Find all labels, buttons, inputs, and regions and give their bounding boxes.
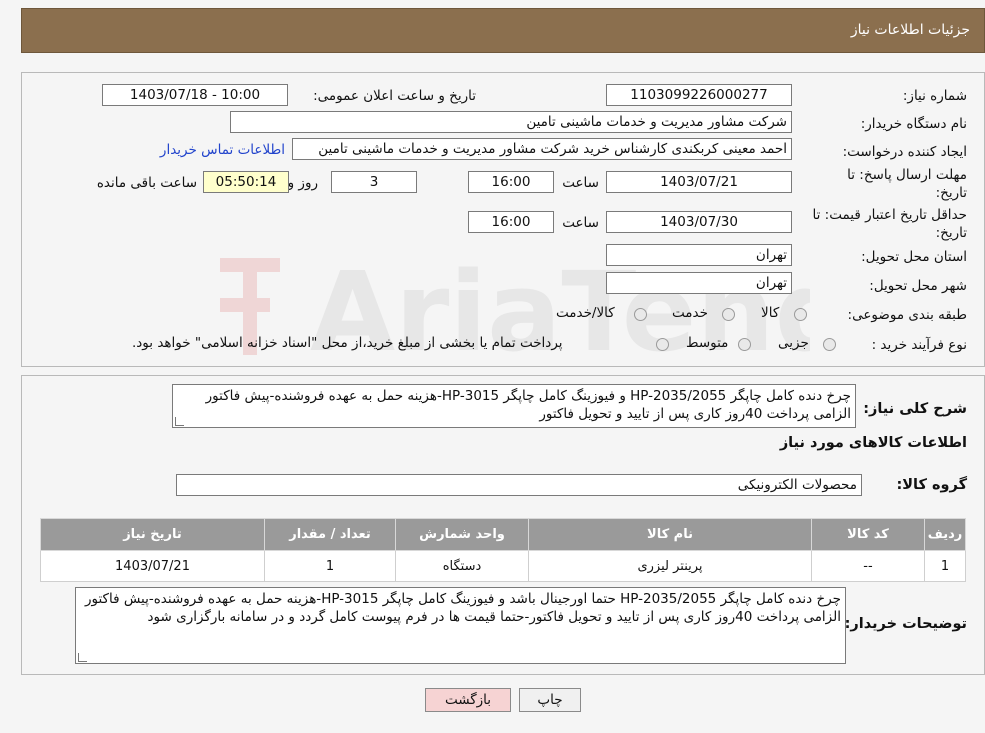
remaining-time-field: 05:50:14: [203, 171, 289, 193]
process-option-minor: جزیی: [778, 335, 809, 351]
table-row: 1 -- پرینتر لیزری دستگاه 1 1403/07/21: [40, 550, 966, 582]
creator-field: احمد معینی کربکندی کارشناس خرید شرکت مشا…: [292, 138, 792, 160]
buyer-notes-text: چرخ دنده کامل چاپگر HP-2035/2055 حتما او…: [84, 591, 841, 625]
col-header-quantity: تعداد / مقدار: [264, 518, 396, 551]
treasury-payment-checkbox[interactable]: [656, 338, 669, 351]
col-header-date: تاریخ نیاز: [40, 518, 265, 551]
col-header-unit: واحد شمارش: [395, 518, 529, 551]
validity-date-field: 1403/07/30: [606, 211, 792, 233]
deadline-label: مهلت ارسال پاسخ: تا تاریخ:: [847, 167, 967, 201]
validity-label: حداقل تاریخ اعتبار قیمت: تا تاریخ:: [812, 207, 967, 241]
process-radio-minor[interactable]: [823, 338, 836, 351]
print-button[interactable]: چاپ: [519, 688, 581, 712]
category-radio-goods-service[interactable]: [634, 308, 647, 321]
process-note: پرداخت تمام یا بخشی از مبلغ خرید،از محل …: [132, 335, 563, 351]
category-option-goods-service: کالا/خدمت: [556, 305, 615, 321]
summary-textarea[interactable]: چرخ دنده کامل چاپگر HP-2035/2055 و فیوزی…: [172, 384, 856, 428]
table-header-row: ردیف کد کالا نام کالا واحد شمارش تعداد /…: [40, 518, 966, 551]
cell-quantity: 1: [264, 550, 396, 582]
announce-field: 1403/07/18 - 10:00: [102, 84, 288, 106]
deadline-date-field: 1403/07/21: [606, 171, 792, 193]
buyer-notes-textarea[interactable]: چرخ دنده کامل چاپگر HP-2035/2055 حتما او…: [75, 587, 846, 664]
category-radio-goods[interactable]: [794, 308, 807, 321]
page-header: جزئیات اطلاعات نیاز: [21, 8, 985, 53]
remaining-label: ساعت باقی مانده: [96, 175, 197, 191]
deadline-time-label: ساعت: [562, 175, 599, 191]
buyer-field: شرکت مشاور مدیریت و خدمات ماشینی تامین: [230, 111, 792, 133]
city-label: شهر محل تحویل:: [869, 278, 967, 294]
page-title: جزئیات اطلاعات نیاز: [850, 22, 970, 38]
category-option-service: خدمت: [672, 305, 708, 321]
contact-buyer-link[interactable]: اطلاعات تماس خریدار: [160, 142, 285, 158]
province-label: استان محل تحویل:: [861, 249, 967, 265]
process-label: نوع فرآیند خرید :: [871, 337, 967, 353]
goods-section-title: اطلاعات کالاهای مورد نیاز: [779, 435, 967, 451]
need-number-field: 1103099226000277: [606, 84, 792, 106]
buyer-notes-label: توضیحات خریدار:: [844, 616, 967, 632]
validity-time-field: 16:00: [468, 211, 554, 233]
deadline-time-field: 16:00: [468, 171, 554, 193]
cell-unit: دستگاه: [395, 550, 529, 582]
col-header-row: ردیف: [924, 518, 966, 551]
category-radio-service[interactable]: [722, 308, 735, 321]
back-button[interactable]: بازگشت: [425, 688, 511, 712]
cell-row: 1: [924, 550, 966, 582]
col-header-name: نام کالا: [528, 518, 812, 551]
goods-table: ردیف کد کالا نام کالا واحد شمارش تعداد /…: [40, 518, 966, 582]
resize-grip-icon[interactable]: [175, 417, 184, 426]
validity-time-label: ساعت: [562, 215, 599, 231]
summary-label: شرح کلی نیاز:: [863, 401, 967, 417]
buyer-label: نام دستگاه خریدار:: [860, 116, 967, 132]
province-field: تهران: [606, 244, 792, 266]
city-field: تهران: [606, 272, 792, 294]
summary-text: چرخ دنده کامل چاپگر HP-2035/2055 و فیوزی…: [205, 388, 851, 422]
cell-date: 1403/07/21: [40, 550, 265, 582]
process-option-medium: متوسط: [686, 335, 729, 351]
category-label: طبقه بندی موضوعی:: [847, 307, 967, 323]
need-number-label: شماره نیاز:: [902, 88, 967, 104]
col-header-code: کد کالا: [811, 518, 925, 551]
announce-label: تاریخ و ساعت اعلان عمومی:: [313, 88, 476, 104]
resize-grip-icon[interactable]: [78, 653, 87, 662]
days-field: 3: [331, 171, 417, 193]
days-label: روز و: [287, 175, 318, 191]
goods-group-label: گروه کالا:: [896, 477, 967, 493]
category-option-goods: کالا: [761, 305, 780, 321]
process-radio-medium[interactable]: [738, 338, 751, 351]
creator-label: ایجاد کننده درخواست:: [842, 144, 967, 160]
cell-code: --: [811, 550, 925, 582]
cell-name: پرینتر لیزری: [528, 550, 812, 582]
goods-group-field: محصولات الکترونیکی: [176, 474, 862, 496]
